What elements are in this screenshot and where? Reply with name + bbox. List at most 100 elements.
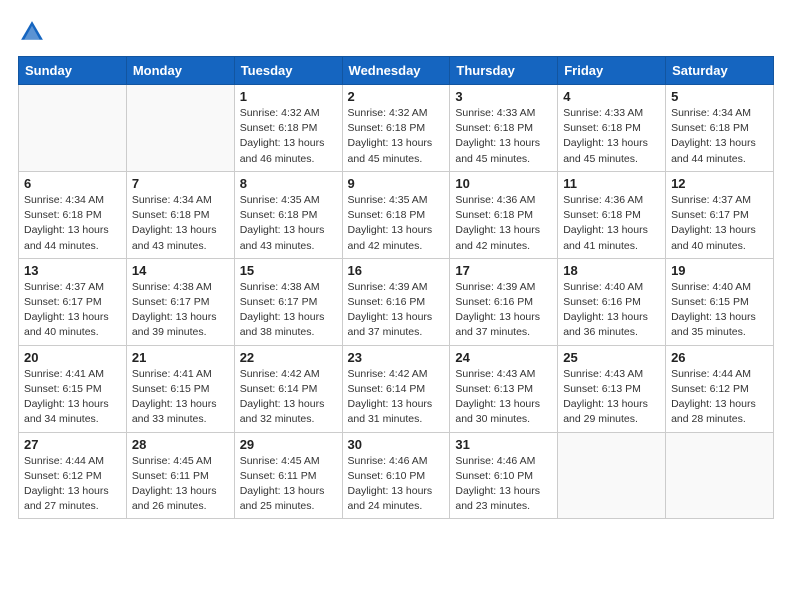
day-info: Sunrise: 4:39 AM Sunset: 6:16 PM Dayligh…: [455, 280, 552, 341]
day-number: 1: [240, 89, 337, 104]
day-info: Sunrise: 4:34 AM Sunset: 6:18 PM Dayligh…: [132, 193, 229, 254]
day-info: Sunrise: 4:46 AM Sunset: 6:10 PM Dayligh…: [348, 454, 445, 515]
weekday-header-tuesday: Tuesday: [234, 57, 342, 85]
day-info: Sunrise: 4:32 AM Sunset: 6:18 PM Dayligh…: [240, 106, 337, 167]
week-row-3: 20 Sunrise: 4:41 AM Sunset: 6:15 PM Dayli…: [19, 345, 774, 432]
day-number: 23: [348, 350, 445, 365]
calendar-cell: [666, 432, 774, 519]
calendar: SundayMondayTuesdayWednesdayThursdayFrid…: [18, 56, 774, 519]
day-number: 10: [455, 176, 552, 191]
weekday-header-monday: Monday: [126, 57, 234, 85]
day-info: Sunrise: 4:35 AM Sunset: 6:18 PM Dayligh…: [348, 193, 445, 254]
day-info: Sunrise: 4:33 AM Sunset: 6:18 PM Dayligh…: [563, 106, 660, 167]
calendar-cell: 21Sunrise: 4:41 AM Sunset: 6:15 PM Dayli…: [126, 345, 234, 432]
day-number: 17: [455, 263, 552, 278]
day-number: 20: [24, 350, 121, 365]
weekday-header-friday: Friday: [558, 57, 666, 85]
calendar-cell: 28 Sunrise: 4:45 AM Sunset: 6:11 PM Dayli…: [126, 432, 234, 519]
day-number: 14: [132, 263, 229, 278]
day-number: 3: [455, 89, 552, 104]
day-number: 9: [348, 176, 445, 191]
calendar-cell: 23Sunrise: 4:42 AM Sunset: 6:14 PM Dayli…: [342, 345, 450, 432]
week-row-0: 1 Sunrise: 4:32 AM Sunset: 6:18 PM Daylig…: [19, 85, 774, 172]
calendar-cell: 5Sunrise: 4:34 AM Sunset: 6:18 PM Daylig…: [666, 85, 774, 172]
day-info: Sunrise: 4:44 AM Sunset: 6:12 PM Dayligh…: [671, 367, 768, 428]
day-info: Sunrise: 4:36 AM Sunset: 6:18 PM Dayligh…: [455, 193, 552, 254]
calendar-cell: 14 Sunrise: 4:38 AM Sunset: 6:17 PM Dayli…: [126, 258, 234, 345]
calendar-cell: [126, 85, 234, 172]
calendar-cell: 9 Sunrise: 4:35 AM Sunset: 6:18 PM Daylig…: [342, 171, 450, 258]
calendar-cell: [19, 85, 127, 172]
day-info: Sunrise: 4:33 AM Sunset: 6:18 PM Dayligh…: [455, 106, 552, 167]
calendar-cell: 22Sunrise: 4:42 AM Sunset: 6:14 PM Dayli…: [234, 345, 342, 432]
day-number: 28: [132, 437, 229, 452]
day-info: Sunrise: 4:40 AM Sunset: 6:15 PM Dayligh…: [671, 280, 768, 341]
calendar-cell: 25 Sunrise: 4:43 AM Sunset: 6:13 PM Dayli…: [558, 345, 666, 432]
weekday-header-saturday: Saturday: [666, 57, 774, 85]
weekday-header-sunday: Sunday: [19, 57, 127, 85]
day-info: Sunrise: 4:34 AM Sunset: 6:18 PM Dayligh…: [671, 106, 768, 167]
day-number: 7: [132, 176, 229, 191]
week-row-2: 13Sunrise: 4:37 AM Sunset: 6:17 PM Dayli…: [19, 258, 774, 345]
calendar-cell: 6Sunrise: 4:34 AM Sunset: 6:18 PM Daylig…: [19, 171, 127, 258]
day-number: 16: [348, 263, 445, 278]
day-number: 31: [455, 437, 552, 452]
day-number: 12: [671, 176, 768, 191]
day-number: 24: [455, 350, 552, 365]
day-number: 26: [671, 350, 768, 365]
calendar-cell: 18 Sunrise: 4:40 AM Sunset: 6:16 PM Dayli…: [558, 258, 666, 345]
calendar-cell: 29Sunrise: 4:45 AM Sunset: 6:11 PM Dayli…: [234, 432, 342, 519]
logo-icon: [18, 18, 46, 46]
day-number: 6: [24, 176, 121, 191]
calendar-cell: 4 Sunrise: 4:33 AM Sunset: 6:18 PM Daylig…: [558, 85, 666, 172]
weekday-header-wednesday: Wednesday: [342, 57, 450, 85]
day-number: 19: [671, 263, 768, 278]
day-info: Sunrise: 4:45 AM Sunset: 6:11 PM Dayligh…: [132, 454, 229, 515]
day-info: Sunrise: 4:41 AM Sunset: 6:15 PM Dayligh…: [132, 367, 229, 428]
day-number: 8: [240, 176, 337, 191]
calendar-cell: 2Sunrise: 4:32 AM Sunset: 6:18 PM Daylig…: [342, 85, 450, 172]
calendar-cell: 17 Sunrise: 4:39 AM Sunset: 6:16 PM Dayli…: [450, 258, 558, 345]
calendar-cell: 26 Sunrise: 4:44 AM Sunset: 6:12 PM Dayli…: [666, 345, 774, 432]
calendar-cell: 8 Sunrise: 4:35 AM Sunset: 6:18 PM Daylig…: [234, 171, 342, 258]
day-info: Sunrise: 4:38 AM Sunset: 6:17 PM Dayligh…: [240, 280, 337, 341]
day-number: 4: [563, 89, 660, 104]
page: SundayMondayTuesdayWednesdayThursdayFrid…: [0, 0, 792, 612]
day-info: Sunrise: 4:40 AM Sunset: 6:16 PM Dayligh…: [563, 280, 660, 341]
calendar-cell: 11 Sunrise: 4:36 AM Sunset: 6:18 PM Dayli…: [558, 171, 666, 258]
calendar-cell: 3 Sunrise: 4:33 AM Sunset: 6:18 PM Daylig…: [450, 85, 558, 172]
day-number: 2: [348, 89, 445, 104]
logo: [18, 18, 48, 46]
calendar-cell: 27 Sunrise: 4:44 AM Sunset: 6:12 PM Dayli…: [19, 432, 127, 519]
calendar-cell: 1 Sunrise: 4:32 AM Sunset: 6:18 PM Daylig…: [234, 85, 342, 172]
day-info: Sunrise: 4:43 AM Sunset: 6:13 PM Dayligh…: [455, 367, 552, 428]
day-number: 13: [24, 263, 121, 278]
day-info: Sunrise: 4:37 AM Sunset: 6:17 PM Dayligh…: [671, 193, 768, 254]
calendar-cell: [558, 432, 666, 519]
week-row-1: 6 Sunrise: 4:34 AM Sunset: 6:18 PM Daylig…: [19, 171, 774, 258]
day-info: Sunrise: 4:36 AM Sunset: 6:18 PM Dayligh…: [563, 193, 660, 254]
calendar-cell: 19 Sunrise: 4:40 AM Sunset: 6:15 PM Dayli…: [666, 258, 774, 345]
day-number: 18: [563, 263, 660, 278]
calendar-cell: 30 Sunrise: 4:46 AM Sunset: 6:10 PM Dayli…: [342, 432, 450, 519]
day-number: 27: [24, 437, 121, 452]
calendar-cell: 7 Sunrise: 4:34 AM Sunset: 6:18 PM Daylig…: [126, 171, 234, 258]
day-number: 25: [563, 350, 660, 365]
day-info: Sunrise: 4:41 AM Sunset: 6:15 PM Dayligh…: [24, 367, 121, 428]
day-info: Sunrise: 4:43 AM Sunset: 6:13 PM Dayligh…: [563, 367, 660, 428]
day-info: Sunrise: 4:38 AM Sunset: 6:17 PM Dayligh…: [132, 280, 229, 341]
day-info: Sunrise: 4:44 AM Sunset: 6:12 PM Dayligh…: [24, 454, 121, 515]
calendar-cell: 20 Sunrise: 4:41 AM Sunset: 6:15 PM Dayli…: [19, 345, 127, 432]
day-number: 30: [348, 437, 445, 452]
calendar-cell: 31Sunrise: 4:46 AM Sunset: 6:10 PM Dayli…: [450, 432, 558, 519]
day-info: Sunrise: 4:45 AM Sunset: 6:11 PM Dayligh…: [240, 454, 337, 515]
weekday-header-row: SundayMondayTuesdayWednesdayThursdayFrid…: [19, 57, 774, 85]
calendar-cell: 16 Sunrise: 4:39 AM Sunset: 6:16 PM Dayli…: [342, 258, 450, 345]
weekday-header-thursday: Thursday: [450, 57, 558, 85]
calendar-cell: 12 Sunrise: 4:37 AM Sunset: 6:17 PM Dayli…: [666, 171, 774, 258]
day-info: Sunrise: 4:39 AM Sunset: 6:16 PM Dayligh…: [348, 280, 445, 341]
day-info: Sunrise: 4:35 AM Sunset: 6:18 PM Dayligh…: [240, 193, 337, 254]
day-number: 11: [563, 176, 660, 191]
calendar-cell: 15Sunrise: 4:38 AM Sunset: 6:17 PM Dayli…: [234, 258, 342, 345]
calendar-cell: 10 Sunrise: 4:36 AM Sunset: 6:18 PM Dayli…: [450, 171, 558, 258]
